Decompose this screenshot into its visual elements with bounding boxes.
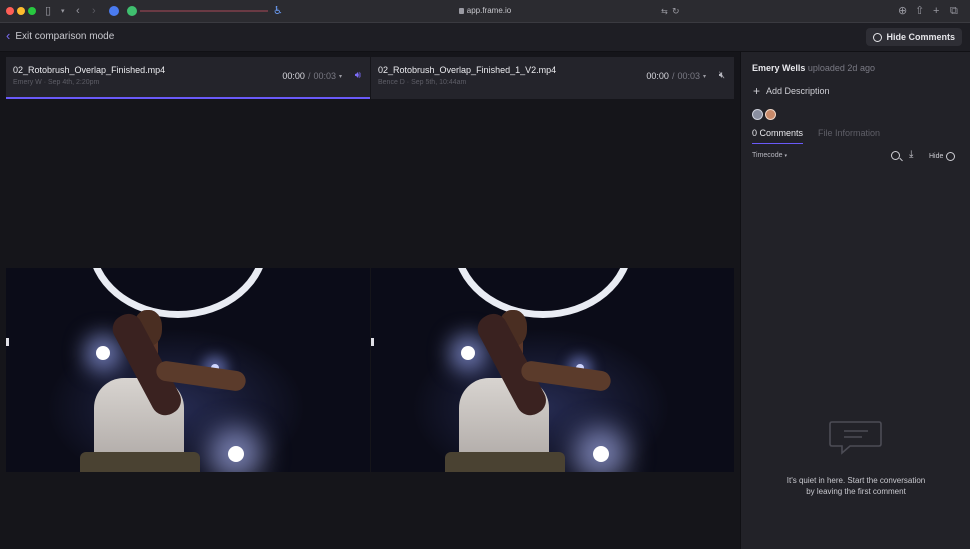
timecode-dropdown[interactable]: 00:00 / 00:03 ▾ xyxy=(282,71,342,81)
comments-panel: Emery Wells uploaded 2d ago + Add Descri… xyxy=(740,52,970,549)
pane-header-right[interactable]: 02_Rotobrush_Overlap_Finished_1_V2.mp4 B… xyxy=(371,57,734,99)
app-topbar: ‹ Exit comparison mode Hide Comments xyxy=(0,23,970,52)
tab-comments[interactable]: 0 Comments xyxy=(752,128,804,144)
chevron-down-icon: ▾ xyxy=(702,73,706,80)
back-arrow-icon[interactable]: ‹ xyxy=(76,4,80,18)
tabs-icon[interactable]: ⧉ xyxy=(950,4,958,18)
avatar[interactable] xyxy=(752,109,763,120)
forward-arrow-icon[interactable]: › xyxy=(92,4,96,18)
comment-icon xyxy=(873,32,883,42)
file-name: 02_Rotobrush_Overlap_Finished.mp4 xyxy=(13,65,166,75)
file-name: 02_Rotobrush_Overlap_Finished_1_V2.mp4 xyxy=(378,65,557,75)
chevron-down-icon[interactable]: ▾ xyxy=(61,5,65,19)
uploader-info: Emery Wells uploaded 2d ago xyxy=(752,63,875,73)
address-bar[interactable]: app.frame.io xyxy=(440,5,530,17)
empty-message-line: It's quiet in here. Start the conversati… xyxy=(786,476,926,485)
comparison-viewer: 02_Rotobrush_Overlap_Finished.mp4 Emery … xyxy=(0,52,740,549)
scrub-handle-left[interactable] xyxy=(6,338,9,346)
search-icon[interactable] xyxy=(891,151,900,160)
file-meta: Emery W · Sep 4th, 2:20pm xyxy=(13,79,100,86)
reload-icon[interactable]: ↻ xyxy=(672,4,680,18)
close-window-button[interactable] xyxy=(6,7,14,15)
exit-comparison-button[interactable]: ‹ Exit comparison mode xyxy=(6,28,115,43)
scrub-handle-right[interactable] xyxy=(371,338,374,346)
browser-toolbar: ▯ ▾ ‹ › ♿ app.frame.io ⇆ ↻ ⊕ ⇧ + ⧉ xyxy=(0,0,970,23)
hide-comments-label: Hide Comments xyxy=(886,32,955,42)
accessibility-icon[interactable]: ♿ xyxy=(273,4,283,18)
panel-tabs: 0 Comments File Information xyxy=(752,128,880,144)
hide-label: Hide xyxy=(929,153,944,160)
viewer-avatars xyxy=(752,109,776,120)
minimize-window-button[interactable] xyxy=(17,7,25,15)
empty-message-line: by leaving the first comment xyxy=(806,487,906,496)
tab-file-information[interactable]: File Information xyxy=(818,128,880,144)
timecode-dropdown[interactable]: 00:00 / 00:03 ▾ xyxy=(646,71,706,81)
exit-comparison-label: Exit comparison mode xyxy=(15,30,115,42)
add-description-button[interactable]: + Add Description xyxy=(753,84,830,98)
current-time: 00:00 xyxy=(282,71,305,81)
comment-tools: Timecode ▾ ⤓ Hide xyxy=(752,150,960,163)
tab-favicon-icon[interactable] xyxy=(127,6,137,16)
file-meta: Bence D · Sep 5th, 10:44am xyxy=(378,79,467,86)
duration: 00:03 xyxy=(677,71,700,81)
video-frame-right[interactable] xyxy=(371,268,734,472)
lock-icon xyxy=(458,8,464,14)
extension-icon[interactable] xyxy=(109,6,119,16)
avatar[interactable] xyxy=(765,109,776,120)
chevron-down-icon: ▾ xyxy=(338,73,342,80)
duration: 00:03 xyxy=(313,71,336,81)
downloads-icon[interactable]: ⊕ xyxy=(898,4,907,18)
empty-comments-message: It's quiet in here. Start the conversati… xyxy=(761,475,951,497)
pane-header-left[interactable]: 02_Rotobrush_Overlap_Finished.mp4 Emery … xyxy=(6,57,370,99)
volume-icon[interactable]: 🔊︎ xyxy=(355,70,361,81)
video-frame-left[interactable] xyxy=(6,268,370,472)
new-tab-icon[interactable]: + xyxy=(933,4,939,18)
hide-comments-button[interactable]: Hide Comments xyxy=(866,28,962,46)
maximize-window-button[interactable] xyxy=(28,7,36,15)
download-icon[interactable]: ⤓ xyxy=(909,150,913,160)
comment-bubble-icon xyxy=(829,421,882,455)
translate-icon[interactable]: ⇆ xyxy=(661,5,668,19)
uploader-name: Emery Wells xyxy=(752,63,806,73)
sort-label: Timecode xyxy=(752,152,783,159)
check-circle-icon xyxy=(946,152,956,161)
add-description-label: Add Description xyxy=(766,86,830,96)
hide-completed-button[interactable]: Hide xyxy=(929,152,956,161)
chevron-left-icon: ‹ xyxy=(6,28,11,43)
current-time: 00:00 xyxy=(646,71,669,81)
plus-icon: + xyxy=(753,84,761,98)
url-text: app.frame.io xyxy=(466,6,512,15)
chevron-down-icon: ▾ xyxy=(784,153,787,159)
tab-strip xyxy=(140,10,268,12)
mute-icon[interactable]: 🔇︎ xyxy=(719,70,725,81)
upload-time: uploaded 2d ago xyxy=(807,63,875,73)
share-icon[interactable]: ⇧ xyxy=(915,4,924,18)
sort-dropdown[interactable]: Timecode ▾ xyxy=(752,152,787,159)
sidebar-toggle-icon[interactable]: ▯ xyxy=(45,4,51,18)
